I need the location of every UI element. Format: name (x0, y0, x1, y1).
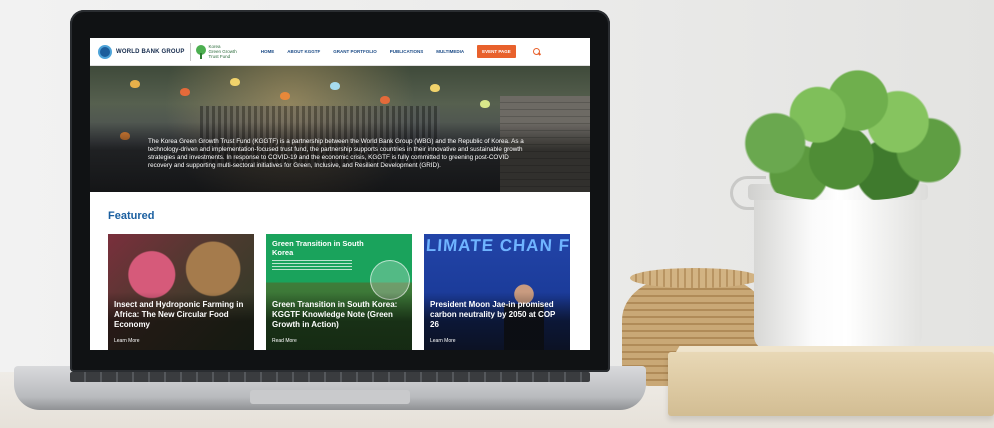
lantern-decoration (230, 78, 240, 86)
search-icon[interactable] (532, 47, 541, 56)
featured-card[interactable]: Green Transition in South Korea Green Tr… (266, 234, 412, 350)
lantern-decoration (430, 84, 440, 92)
nav-item-home[interactable]: HOME (261, 49, 275, 54)
hero-banner: The Korea Green Growth Trust Fund (KGGTF… (90, 66, 590, 192)
card-title: Insect and Hydroponic Farming in Africa:… (114, 300, 244, 329)
world-bank-logo[interactable]: WORLD BANK GROUP (98, 44, 185, 59)
laptop-screen: WORLD BANK GROUP Korea Green Growth Trus… (90, 38, 590, 350)
logo-divider (189, 42, 191, 61)
globe-icon (98, 44, 112, 59)
lantern-decoration (480, 100, 490, 108)
featured-card[interactable]: LIMATE CHAN FERENCE UK 2 President Moon … (424, 234, 570, 350)
nav-item-multimedia[interactable]: MULTIMEDIA (436, 49, 464, 54)
site-header: WORLD BANK GROUP Korea Green Growth Trus… (90, 38, 590, 66)
nav-item-publications[interactable]: PUBLICATIONS (390, 49, 423, 54)
tree-icon (195, 44, 206, 59)
featured-cards: Insect and Hydroponic Farming in Africa:… (108, 234, 572, 350)
kggtf-logo[interactable]: Korea Green Growth Trust Fund (195, 44, 237, 59)
world-bank-logo-text: WORLD BANK GROUP (116, 48, 185, 55)
card-title: President Moon Jae-in promised carbon ne… (430, 300, 556, 329)
flower-pot (754, 190, 922, 350)
featured-heading: Featured (108, 210, 155, 222)
lantern-decoration (180, 88, 190, 96)
book (668, 352, 994, 416)
hero-description: The Korea Green Growth Trust Fund (KGGTF… (148, 138, 524, 169)
plant-foliage (728, 58, 964, 200)
lantern-decoration (380, 96, 390, 104)
lantern-decoration (280, 92, 290, 100)
wicker-basket-lid (630, 268, 760, 288)
card-title: Green Transition in South Korea: KGGTF K… (272, 300, 398, 329)
card-cover-subtext (272, 260, 352, 270)
read-more-link[interactable]: Read More (272, 338, 297, 344)
event-page-button[interactable]: EVENT PAGE (477, 45, 516, 58)
nav-item-about-kggtf[interactable]: ABOUT KGGTF (287, 49, 320, 54)
kggtf-logo-line3: Trust Fund (208, 54, 231, 59)
featured-card[interactable]: Insect and Hydroponic Farming in Africa:… (108, 234, 254, 350)
lantern-decoration (130, 80, 140, 88)
laptop-trackpad (250, 390, 410, 404)
card-image-banner: LIMATE CHAN FERENCE UK 2 (425, 236, 570, 255)
learn-more-link[interactable]: Learn More (114, 338, 140, 344)
laptop-keyboard (70, 372, 590, 382)
main-menu: HOME ABOUT KGGTF GRANT PORTFOLIO PUBLICA… (261, 45, 541, 58)
nav-item-grant-portfolio[interactable]: GRANT PORTFOLIO (333, 49, 377, 54)
learn-more-link[interactable]: Learn More (430, 338, 456, 344)
lantern-decoration (330, 82, 340, 90)
card-cover-title: Green Transition in South Korea (272, 239, 364, 257)
